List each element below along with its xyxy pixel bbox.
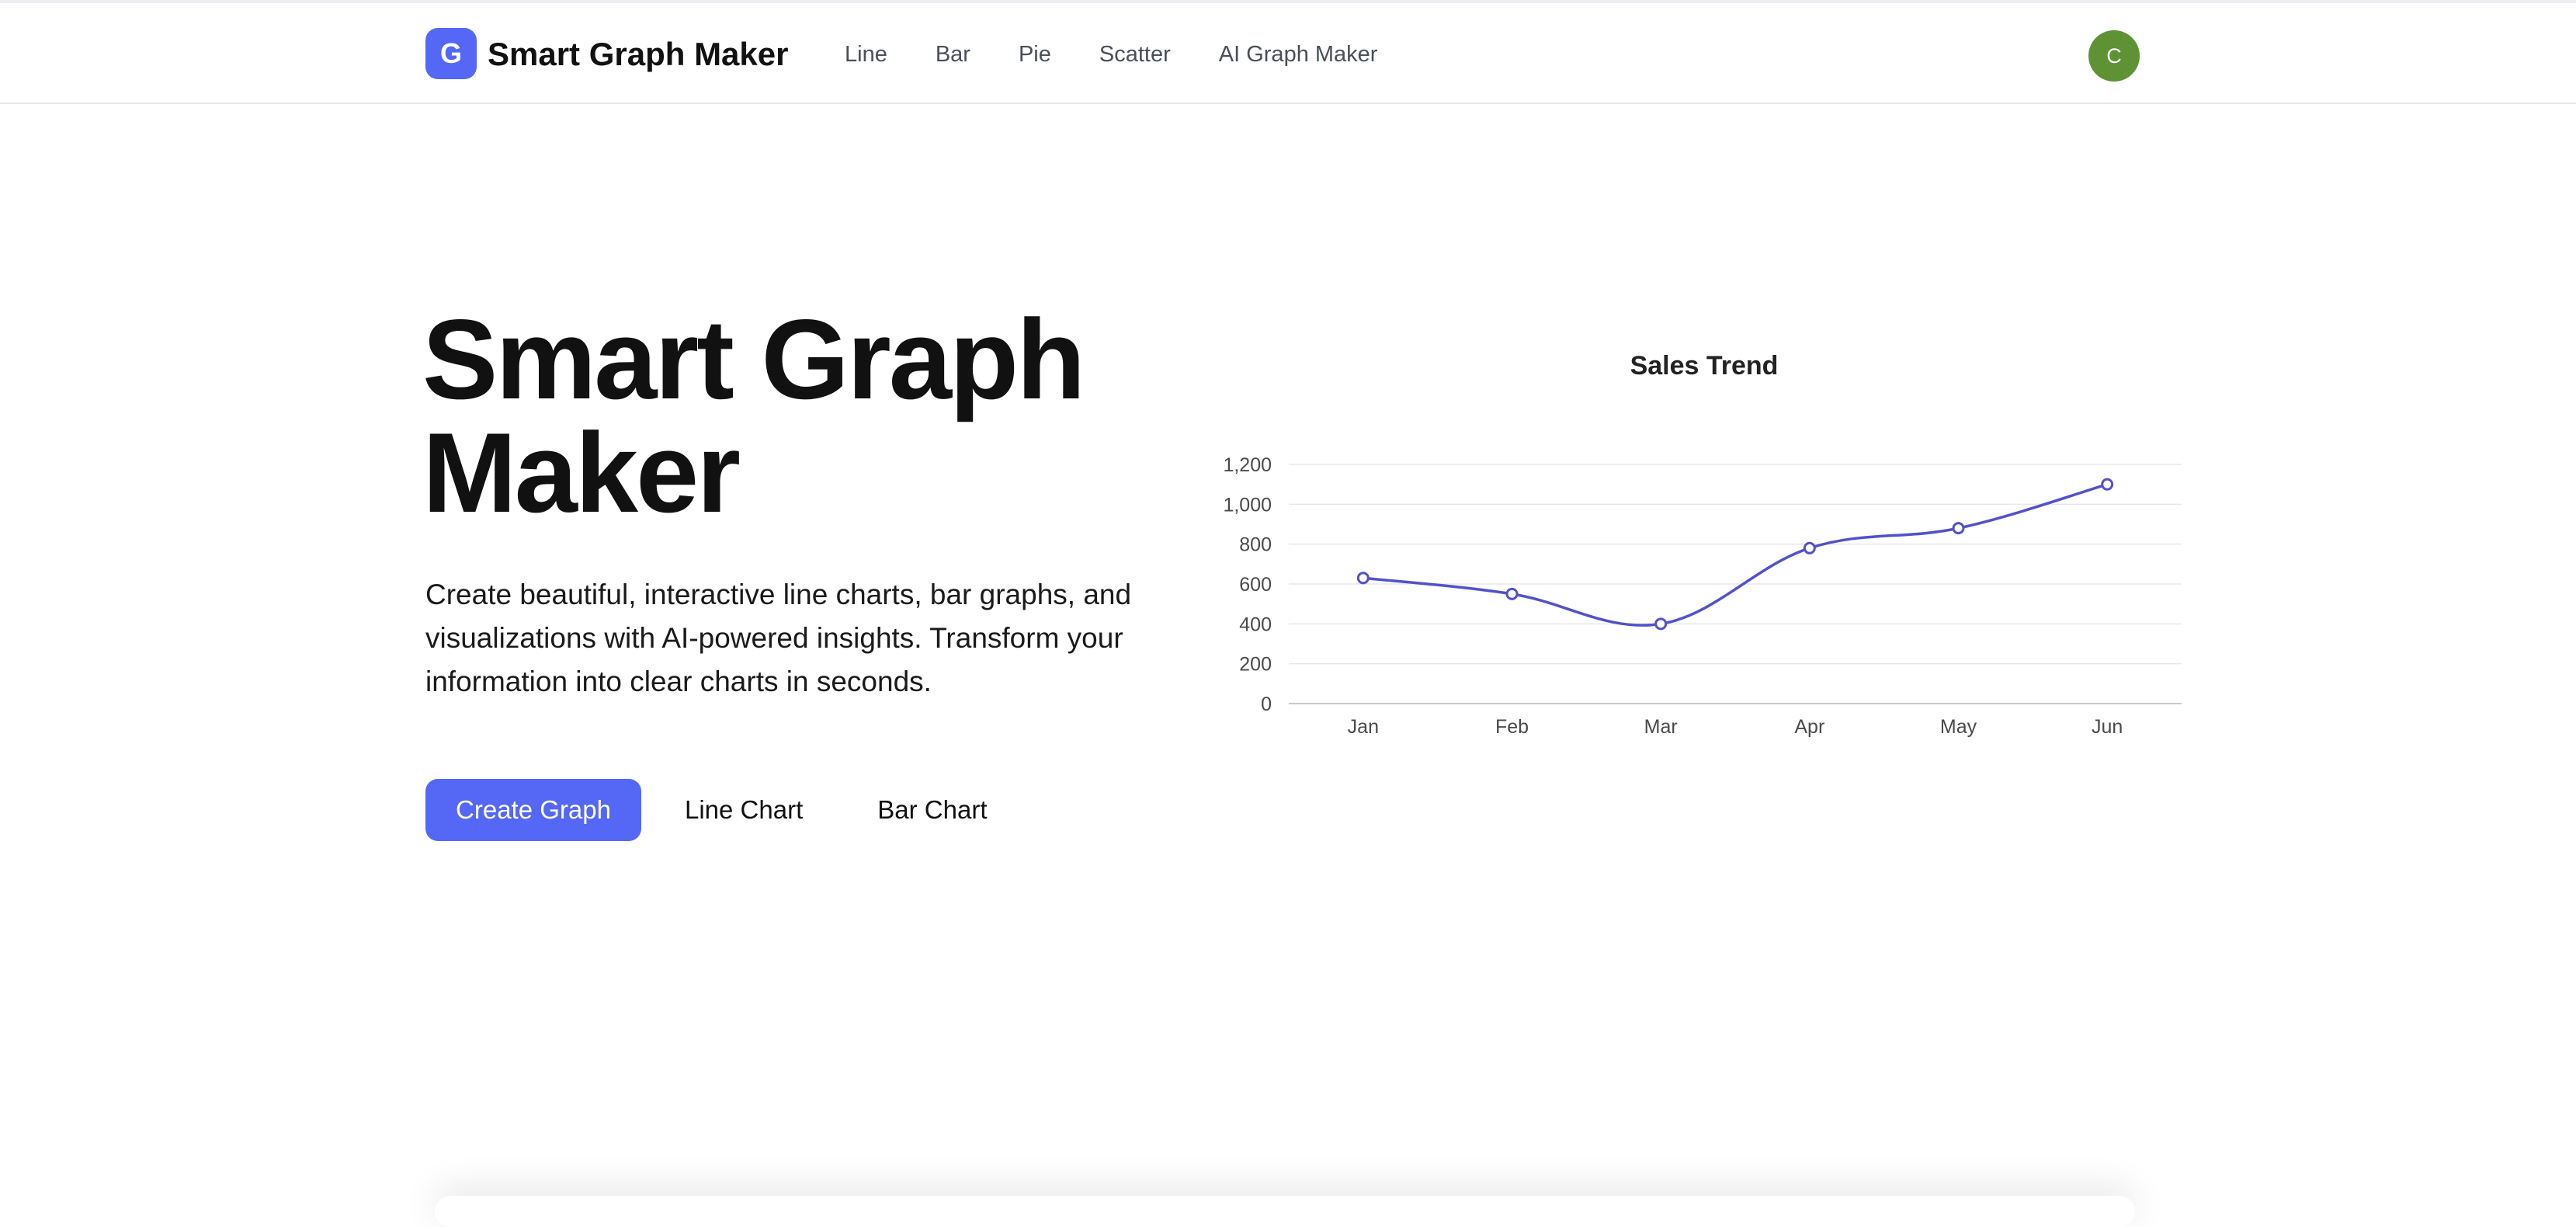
data-point [2101, 478, 2114, 491]
x-tick-label: Feb [1495, 716, 1529, 738]
hero-subtitle: Create beautiful, interactive line chart… [425, 579, 1132, 697]
nav-link-bar[interactable]: Bar [936, 39, 970, 70]
main-nav: Line Bar Pie Scatter AI Graph Maker [845, 39, 1425, 70]
y-tick-label: 200 [1239, 654, 1272, 676]
chart-y-axis: 0 200 400 600 800 1,000 1,200 [1223, 454, 1272, 715]
y-tick-label: 600 [1239, 574, 1272, 596]
data-point [1803, 541, 1816, 554]
x-tick-label: Jan [1348, 716, 1379, 738]
nav-link-line[interactable]: Line [845, 39, 887, 70]
sales-trend-chart: Sales Trend 0 200 400 600 800 1,000 1,200 Jan F… [1196, 342, 2205, 761]
logo-icon[interactable]: G [425, 28, 477, 79]
chart-x-axis: Jan Feb Mar Apr May Jun [1348, 716, 2123, 738]
x-tick-label: Apr [1794, 716, 1824, 738]
sales-line [1362, 482, 2109, 627]
data-point [1654, 617, 1668, 631]
y-tick-label: 800 [1239, 534, 1272, 556]
content-card-edge [435, 1196, 2135, 1227]
x-tick-label: Mar [1644, 716, 1678, 738]
chart-series [1362, 482, 2109, 627]
y-tick-label: 1,200 [1223, 454, 1272, 476]
chart-points [1356, 478, 2114, 631]
line-chart-button[interactable]: Line Chart [685, 795, 803, 825]
data-point [1952, 522, 1965, 535]
user-avatar[interactable]: C [2088, 30, 2140, 82]
y-tick-label: 1,000 [1223, 494, 1272, 516]
y-tick-label: 0 [1261, 693, 1272, 715]
top-navbar: G Smart Graph Maker Line Bar Pie Scatter… [0, 3, 2576, 104]
data-point [1505, 587, 1519, 600]
brand-name[interactable]: Smart Graph Maker [488, 34, 788, 75]
nav-link-scatter[interactable]: Scatter [1099, 39, 1171, 70]
chart-svg: Sales Trend 0 200 400 600 800 1,000 1,200 Jan F… [1223, 351, 2182, 738]
x-tick-label: May [1940, 716, 1977, 738]
create-graph-button[interactable]: Create Graph [425, 779, 641, 841]
hero-title: Smart Graph Maker [422, 296, 1085, 536]
bar-chart-button[interactable]: Bar Chart [877, 795, 987, 825]
nav-link-pie[interactable]: Pie [1019, 39, 1051, 70]
nav-link-ai-graph-maker[interactable]: AI Graph Maker [1219, 39, 1378, 70]
hero-actions: Create Graph Line Chart Bar Chart [425, 779, 987, 841]
y-tick-label: 400 [1239, 614, 1272, 635]
chart-title: Sales Trend [1630, 351, 1779, 381]
data-point [1356, 572, 1370, 585]
x-tick-label: Jun [2092, 716, 2123, 738]
